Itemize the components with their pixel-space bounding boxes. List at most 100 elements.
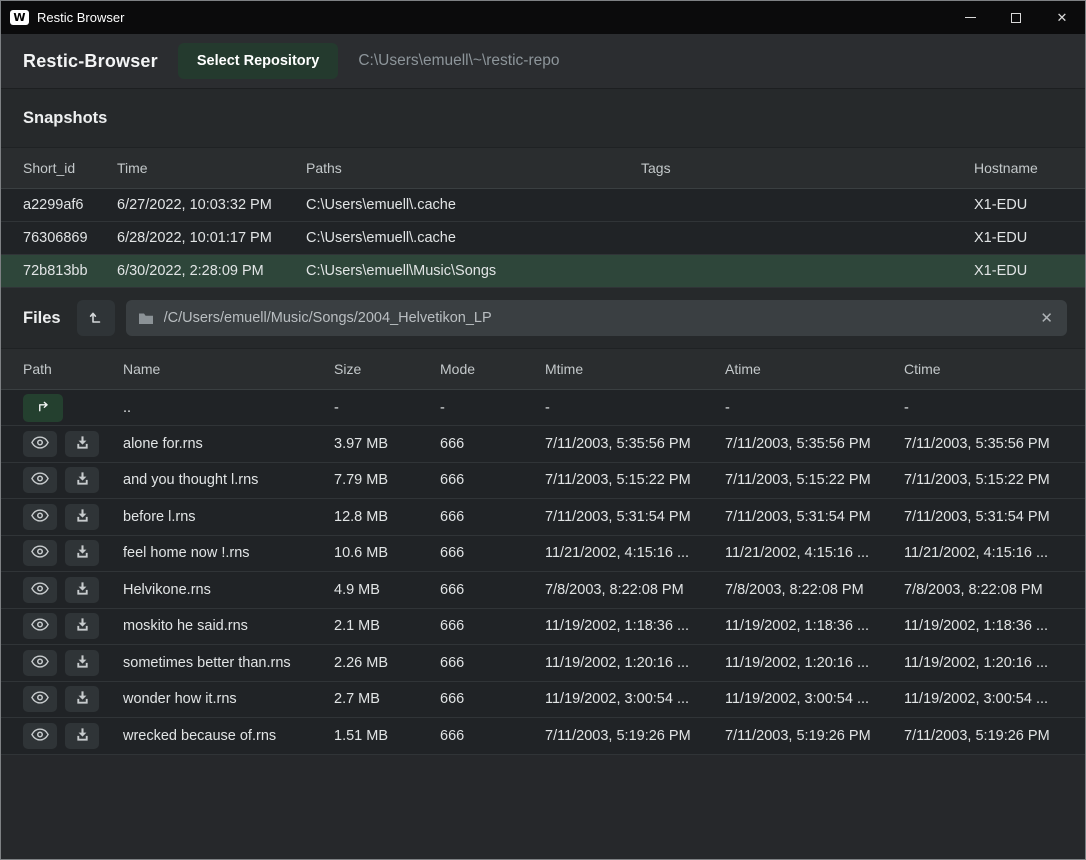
minimize-button[interactable] bbox=[947, 1, 993, 34]
titlebar: W Restic Browser ✕ bbox=[1, 1, 1085, 34]
file-atime: 7/11/2003, 5:19:26 PM bbox=[725, 728, 904, 744]
file-ctime: 7/11/2003, 5:35:56 PM bbox=[904, 436, 1063, 452]
file-ctime: 7/8/2003, 8:22:08 PM bbox=[904, 582, 1063, 598]
file-mtime: 11/19/2002, 1:18:36 ... bbox=[545, 618, 725, 634]
snapshot-hostname: X1-EDU bbox=[974, 197, 1063, 213]
restore-file-button[interactable] bbox=[65, 686, 99, 712]
file-name: wonder how it.rns bbox=[123, 691, 334, 707]
file-mtime: 7/11/2003, 5:15:22 PM bbox=[545, 472, 725, 488]
restore-file-button[interactable] bbox=[65, 504, 99, 530]
eye-icon bbox=[31, 728, 49, 744]
file-row: alone for.rns 3.97 MB 666 7/11/2003, 5:3… bbox=[1, 426, 1085, 463]
snapshot-short-id: 72b813bb bbox=[23, 263, 117, 279]
file-actions bbox=[23, 431, 123, 457]
column-tags: Tags bbox=[641, 160, 974, 176]
file-size: 1.51 MB bbox=[334, 728, 440, 744]
preview-file-button[interactable] bbox=[23, 723, 57, 749]
file-atime: 7/11/2003, 5:31:54 PM bbox=[725, 509, 904, 525]
file-atime: 7/8/2003, 8:22:08 PM bbox=[725, 582, 904, 598]
clear-path-button[interactable]: ✕ bbox=[1038, 309, 1055, 327]
file-row: feel home now !.rns 10.6 MB 666 11/21/20… bbox=[1, 536, 1085, 573]
up-level-icon bbox=[88, 309, 104, 328]
download-icon bbox=[75, 690, 90, 708]
download-icon bbox=[75, 727, 90, 745]
snapshot-hostname: X1-EDU bbox=[974, 263, 1063, 279]
path-input[interactable] bbox=[164, 310, 1029, 326]
file-ctime: 11/21/2002, 4:15:16 ... bbox=[904, 545, 1063, 561]
column-size: Size bbox=[334, 361, 440, 377]
snapshot-row[interactable]: 72b813bb 6/30/2022, 2:28:09 PM C:\Users\… bbox=[1, 255, 1085, 288]
file-size: 12.8 MB bbox=[334, 509, 440, 525]
parent-directory-row: .. - - - - - bbox=[1, 390, 1085, 426]
app-header: Restic-Browser Select Repository C:\User… bbox=[1, 34, 1085, 89]
file-name: Helvikone.rns bbox=[123, 582, 334, 598]
file-name: before l.rns bbox=[123, 509, 334, 525]
parent-mtime: - bbox=[545, 400, 725, 416]
folder-icon bbox=[138, 312, 154, 325]
file-ctime: 11/19/2002, 1:18:36 ... bbox=[904, 618, 1063, 634]
go-parent-button[interactable] bbox=[23, 394, 63, 422]
column-time: Time bbox=[117, 160, 306, 176]
preview-file-button[interactable] bbox=[23, 431, 57, 457]
file-ctime: 11/19/2002, 3:00:54 ... bbox=[904, 691, 1063, 707]
restore-file-button[interactable] bbox=[65, 650, 99, 676]
file-mode: 666 bbox=[440, 436, 545, 452]
file-actions bbox=[23, 723, 123, 749]
file-name: moskito he said.rns bbox=[123, 618, 334, 634]
file-atime: 11/21/2002, 4:15:16 ... bbox=[725, 545, 904, 561]
snapshot-short-id: 76306869 bbox=[23, 230, 117, 246]
preview-file-button[interactable] bbox=[23, 504, 57, 530]
column-mode: Mode bbox=[440, 361, 545, 377]
preview-file-button[interactable] bbox=[23, 650, 57, 676]
preview-file-button[interactable] bbox=[23, 467, 57, 493]
file-size: 2.7 MB bbox=[334, 691, 440, 707]
close-icon: ✕ bbox=[1057, 10, 1068, 26]
restore-file-button[interactable] bbox=[65, 723, 99, 749]
snapshots-title: Snapshots bbox=[23, 109, 107, 128]
snapshot-hostname: X1-EDU bbox=[974, 230, 1063, 246]
file-mode: 666 bbox=[440, 582, 545, 598]
snapshots-table-body: a2299af6 6/27/2022, 10:03:32 PM C:\Users… bbox=[1, 189, 1085, 288]
parent-atime: - bbox=[725, 400, 904, 416]
file-row: before l.rns 12.8 MB 666 7/11/2003, 5:31… bbox=[1, 499, 1085, 536]
preview-file-button[interactable] bbox=[23, 577, 57, 603]
column-name: Name bbox=[123, 361, 334, 377]
restore-file-button[interactable] bbox=[65, 540, 99, 566]
restore-file-button[interactable] bbox=[65, 613, 99, 639]
download-icon bbox=[75, 508, 90, 526]
file-atime: 11/19/2002, 1:20:16 ... bbox=[725, 655, 904, 671]
eye-icon bbox=[31, 509, 49, 525]
file-size: 7.79 MB bbox=[334, 472, 440, 488]
download-icon bbox=[75, 581, 90, 599]
page-title: Restic-Browser bbox=[23, 51, 158, 72]
file-mtime: 7/11/2003, 5:19:26 PM bbox=[545, 728, 725, 744]
files-table-header: Path Name Size Mode Mtime Atime Ctime bbox=[1, 348, 1085, 390]
file-ctime: 11/19/2002, 1:20:16 ... bbox=[904, 655, 1063, 671]
file-actions bbox=[23, 504, 123, 530]
preview-file-button[interactable] bbox=[23, 540, 57, 566]
restore-file-button[interactable] bbox=[65, 467, 99, 493]
maximize-button[interactable] bbox=[993, 1, 1039, 34]
column-paths: Paths bbox=[306, 160, 641, 176]
select-repository-button[interactable]: Select Repository bbox=[178, 43, 339, 79]
preview-file-button[interactable] bbox=[23, 613, 57, 639]
snapshot-row[interactable]: a2299af6 6/27/2022, 10:03:32 PM C:\Users… bbox=[1, 189, 1085, 222]
file-row: moskito he said.rns 2.1 MB 666 11/19/200… bbox=[1, 609, 1085, 646]
file-mtime: 11/21/2002, 4:15:16 ... bbox=[545, 545, 725, 561]
preview-file-button[interactable] bbox=[23, 686, 57, 712]
download-icon bbox=[75, 471, 90, 489]
window-title: Restic Browser bbox=[37, 10, 124, 25]
restore-file-button[interactable] bbox=[65, 577, 99, 603]
download-icon bbox=[75, 435, 90, 453]
snapshot-row[interactable]: 76306869 6/28/2022, 10:01:17 PM C:\Users… bbox=[1, 222, 1085, 255]
close-button[interactable]: ✕ bbox=[1039, 1, 1085, 34]
snapshot-time: 6/27/2022, 10:03:32 PM bbox=[117, 197, 306, 213]
files-table-body: alone for.rns 3.97 MB 666 7/11/2003, 5:3… bbox=[1, 426, 1085, 755]
eye-icon bbox=[31, 472, 49, 488]
file-mtime: 7/11/2003, 5:31:54 PM bbox=[545, 509, 725, 525]
up-level-button[interactable] bbox=[77, 300, 115, 336]
file-atime: 11/19/2002, 1:18:36 ... bbox=[725, 618, 904, 634]
restore-file-button[interactable] bbox=[65, 431, 99, 457]
parent-dir-icon bbox=[36, 399, 51, 417]
download-icon bbox=[75, 654, 90, 672]
